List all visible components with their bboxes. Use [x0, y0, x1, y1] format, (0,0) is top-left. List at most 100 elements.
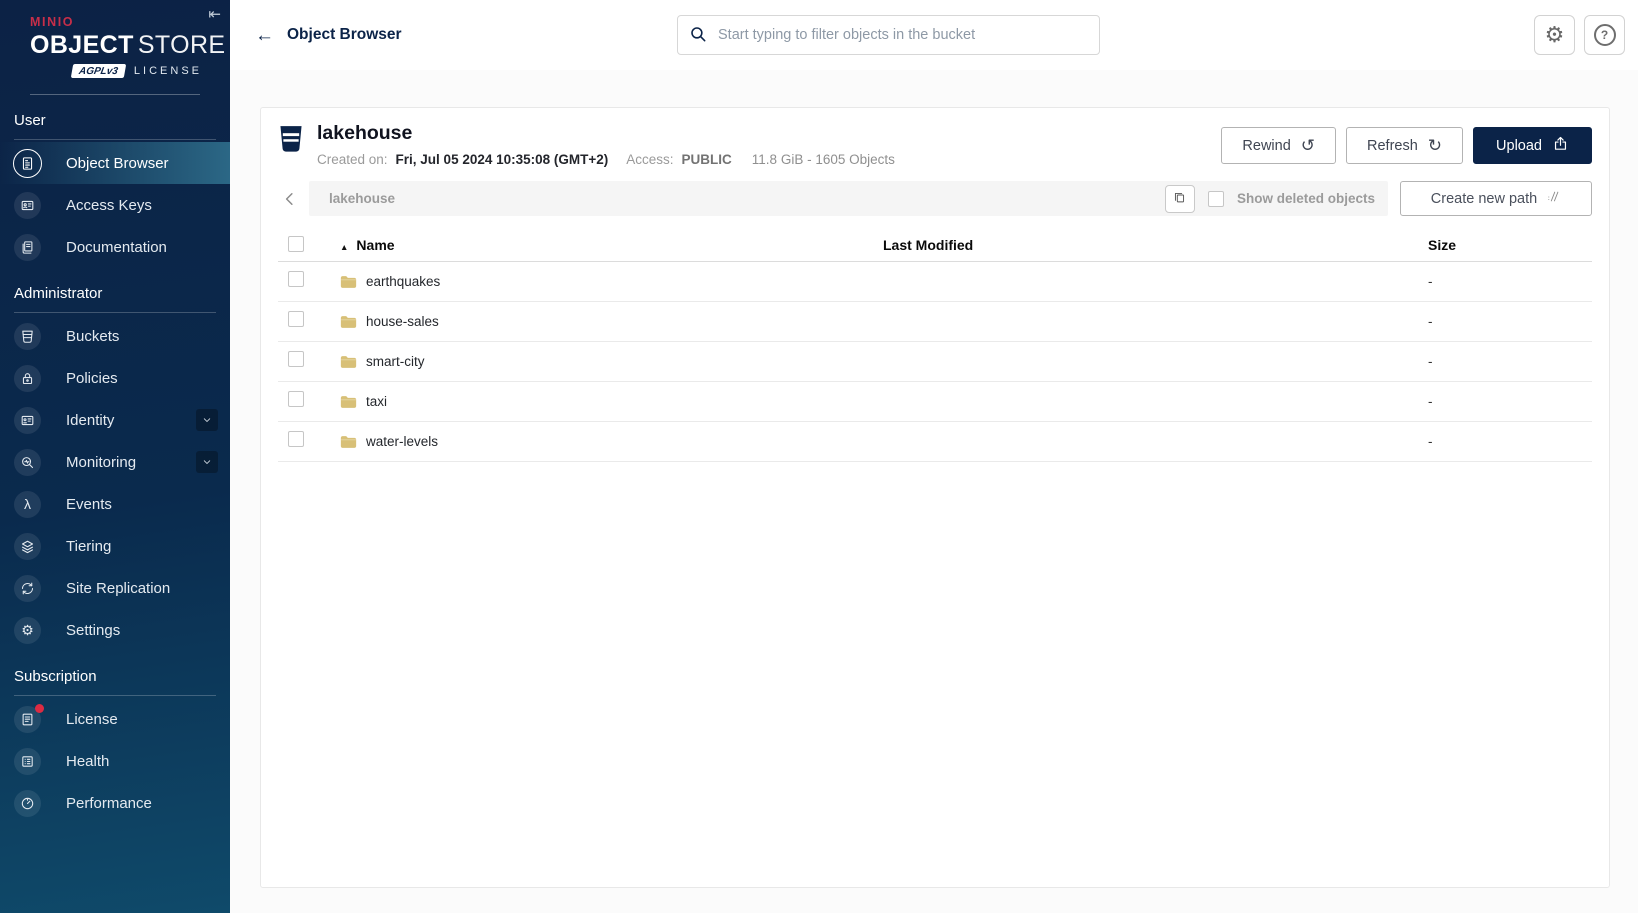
- path-bar: lakehouse Show deleted objects: [309, 181, 1388, 216]
- row-checkbox[interactable]: [288, 311, 304, 327]
- site-replication-icon: [14, 574, 41, 602]
- top-header: ← Object Browser ⚙ ?: [230, 0, 1638, 70]
- sidebar-item-buckets[interactable]: Buckets: [0, 315, 230, 357]
- row-checkbox[interactable]: [288, 391, 304, 407]
- upload-icon: [1552, 135, 1569, 156]
- sidebar-item-label: Health: [66, 752, 110, 770]
- object-name[interactable]: smart-city: [366, 354, 425, 369]
- create-new-path-button[interactable]: Create new path: [1400, 181, 1592, 216]
- table-row[interactable]: smart-city -: [278, 342, 1592, 382]
- license-icon: [14, 703, 44, 733]
- sidebar-item-label: Tiering: [66, 537, 112, 555]
- sidebar-item-policies[interactable]: Policies: [0, 357, 230, 399]
- create-path-icon: [1546, 189, 1561, 208]
- access-value[interactable]: PUBLIC: [682, 152, 732, 167]
- current-path: lakehouse: [329, 191, 396, 206]
- sidebar-item-documentation[interactable]: Documentation: [0, 226, 230, 268]
- collapse-sidebar-icon[interactable]: ⇤: [208, 5, 221, 23]
- app-root: ⇤ MINIO OBJECT STORE AGPLv3 LICENSE User …: [0, 0, 1638, 913]
- path-bar-actions: Show deleted objects: [1164, 184, 1379, 213]
- sidebar-item-performance[interactable]: Performance: [0, 782, 230, 824]
- help-icon: ?: [1593, 24, 1616, 46]
- events-icon: λ: [14, 490, 41, 518]
- minio-logo: MINIO OBJECT STORE AGPLv3 LICENSE: [0, 0, 230, 78]
- table-row[interactable]: water-levels -: [278, 422, 1592, 462]
- access-keys-icon: [14, 191, 41, 219]
- sidebar-item-label: Buckets: [66, 327, 120, 345]
- sidebar-nav: User Object Browser Access Keys Document…: [0, 112, 230, 824]
- refresh-icon: ↻: [1427, 136, 1443, 155]
- sidebar-item-identity[interactable]: Identity: [0, 399, 230, 441]
- sidebar-section: Administrator Buckets Policies Identity …: [0, 285, 230, 651]
- content-area: lakehouse Created on: Fri, Jul 05 2024 1…: [230, 70, 1638, 913]
- table-row[interactable]: taxi -: [278, 382, 1592, 422]
- bucket-usage: 11.8 GiB - 1605 Objects: [751, 152, 895, 167]
- help-button[interactable]: ?: [1584, 15, 1625, 55]
- bucket-icon: [278, 125, 304, 167]
- object-name[interactable]: water-levels: [366, 434, 438, 449]
- rewind-button[interactable]: Rewind ↺: [1221, 127, 1337, 164]
- sidebar-section: User Object Browser Access Keys Document…: [0, 112, 230, 268]
- sort-asc-icon: ▲: [340, 242, 349, 252]
- row-checkbox[interactable]: [288, 351, 304, 367]
- logo-divider: [30, 94, 200, 95]
- upload-button[interactable]: Upload: [1473, 127, 1592, 164]
- sidebar-section-user: User: [14, 112, 216, 140]
- bucket-name: lakehouse: [317, 122, 413, 144]
- sidebar-item-label: Monitoring: [66, 453, 137, 471]
- health-icon: [14, 747, 41, 775]
- object-size: -: [1428, 354, 1433, 369]
- sidebar-item-label: Policies: [66, 369, 118, 387]
- top-actions: ⚙ ?: [1534, 15, 1638, 55]
- sidebar-item-label: Site Replication: [66, 579, 171, 597]
- folder-icon: [340, 395, 357, 409]
- chevron-down-icon[interactable]: [196, 451, 218, 473]
- show-deleted-checkbox[interactable]: [1207, 190, 1224, 207]
- sidebar-item-health[interactable]: Health: [0, 740, 230, 782]
- settings-button[interactable]: ⚙: [1534, 15, 1575, 55]
- copy-path-button[interactable]: [1164, 184, 1195, 213]
- sidebar-item-monitoring[interactable]: Monitoring: [0, 441, 230, 483]
- chevron-down-icon[interactable]: [196, 409, 218, 431]
- object-name[interactable]: taxi: [366, 394, 387, 409]
- sidebar-item-settings[interactable]: ⚙ Settings: [0, 609, 230, 651]
- sidebar-item-events[interactable]: λ Events: [0, 483, 230, 525]
- filter-objects-input[interactable]: [677, 15, 1100, 55]
- product-wordmark: OBJECT STORE: [30, 31, 226, 59]
- created-on-label: Created on:: [317, 152, 388, 167]
- select-all-checkbox[interactable]: [288, 235, 304, 252]
- sidebar-item-tiering[interactable]: Tiering: [0, 525, 230, 567]
- chevron-left-icon[interactable]: [278, 181, 302, 216]
- sidebar-section: Subscription License Health Performance: [0, 668, 230, 824]
- monitoring-icon: [14, 448, 41, 476]
- bucket-card: lakehouse Created on: Fri, Jul 05 2024 1…: [260, 107, 1610, 888]
- agpl-badge: AGPLv3: [70, 64, 127, 78]
- page-title-wrap: ← Object Browser: [255, 26, 677, 45]
- sidebar-item-access-keys[interactable]: Access Keys: [0, 184, 230, 226]
- object-size: -: [1428, 274, 1433, 289]
- row-checkbox[interactable]: [288, 431, 304, 447]
- object-name[interactable]: earthquakes: [366, 274, 440, 289]
- bucket-header: lakehouse Created on: Fri, Jul 05 2024 1…: [278, 122, 1592, 167]
- refresh-button[interactable]: Refresh ↻: [1346, 127, 1464, 164]
- sidebar-item-label: Identity: [66, 411, 115, 429]
- sidebar-section-subscription: Subscription: [14, 668, 216, 696]
- documentation-icon: [14, 233, 41, 261]
- column-header-name[interactable]: ▲ Name: [340, 237, 883, 253]
- object-name[interactable]: house-sales: [366, 314, 439, 329]
- sidebar-item-site-replication[interactable]: Site Replication: [0, 567, 230, 609]
- performance-icon: [14, 789, 41, 817]
- folder-icon: [340, 315, 357, 329]
- object-size: -: [1428, 314, 1433, 329]
- table-row[interactable]: house-sales -: [278, 302, 1592, 342]
- back-arrow-icon[interactable]: ←: [255, 26, 274, 45]
- sidebar-item-label: Access Keys: [66, 196, 152, 214]
- sidebar-item-license[interactable]: License: [0, 698, 230, 740]
- table-row[interactable]: earthquakes -: [278, 262, 1592, 302]
- column-header-size[interactable]: Size: [1428, 237, 1592, 253]
- column-header-last-modified[interactable]: Last Modified: [883, 237, 1428, 253]
- main-area: ← Object Browser ⚙ ?: [230, 0, 1638, 913]
- row-checkbox[interactable]: [288, 271, 304, 287]
- sidebar-item-object-browser[interactable]: Object Browser: [0, 142, 230, 184]
- sidebar-item-label: Settings: [66, 621, 121, 639]
